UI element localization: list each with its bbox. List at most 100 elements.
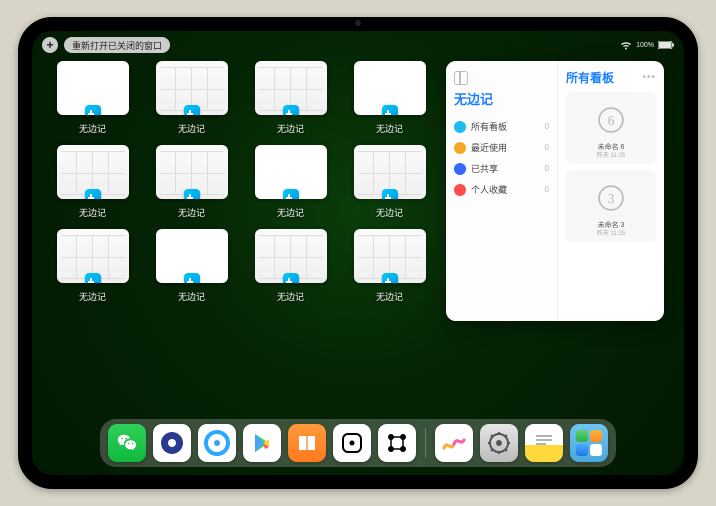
window-label: 无边记 [178,206,205,219]
screen: + 重新打开已关闭的窗口 100% 无边记 无边记 无边记 无边记 [32,31,684,475]
freeform-app-badge-icon [184,189,200,199]
open-windows-grid: 无边记 无边记 无边记 无边记 无边记 无边记 无边记 无边记 [52,61,430,415]
window-preview [354,229,426,283]
window-preview [354,145,426,199]
sidebar-item[interactable]: 已共享 0 [454,158,549,179]
window-thumbnail[interactable]: 无边记 [52,229,133,303]
window-thumbnail[interactable]: 无边记 [151,229,232,303]
svg-text:3: 3 [608,191,615,206]
wechat-icon[interactable] [108,424,146,462]
freeform-app-badge-icon [184,273,200,283]
window-preview [156,145,228,199]
dock-separator [425,428,426,458]
board-caption: 未命名 3昨天 11:25 [597,222,625,238]
freeform-app-badge-icon [382,273,398,283]
ipad-device-frame: + 重新打开已关闭的窗口 100% 无边记 无边记 无边记 无边记 [18,17,698,489]
window-thumbnail[interactable]: 无边记 [349,145,430,219]
board-caption: 未命名 6昨天 11:25 [597,144,625,160]
freeform-app-badge-icon [283,105,299,115]
browser-icon-1[interactable] [153,424,191,462]
sidebar-item-count: 0 [545,164,549,173]
dock [100,419,616,467]
window-thumbnail[interactable]: 无边记 [52,61,133,135]
battery-icon [658,41,674,49]
window-label: 无边记 [277,122,304,135]
sidebar-toggle-icon[interactable] [454,71,468,85]
window-preview [156,61,228,115]
window-label: 无边记 [79,206,106,219]
window-label: 无边记 [277,290,304,303]
sidebar-title: 无边记 [454,89,549,108]
sidebar-item-icon [454,163,466,175]
svg-text:6: 6 [608,113,615,128]
window-preview [354,61,426,115]
freeform-app-popover[interactable]: 无边记 所有看板 0 最近使用 0 已共享 0 个人收藏 0 所有看板 ••• … [446,61,664,321]
more-options-icon[interactable]: ••• [642,72,656,83]
window-label: 无边记 [79,122,106,135]
sidebar-item-label: 已共享 [471,162,545,175]
window-preview [156,229,228,283]
window-preview [57,145,129,199]
sidebar-item[interactable]: 个人收藏 0 [454,179,549,200]
window-preview [255,229,327,283]
status-icons: 100% [620,41,674,50]
window-thumbnail[interactable]: 无边记 [349,229,430,303]
reopen-closed-window-button[interactable]: 重新打开已关闭的窗口 [64,37,170,53]
browser-icon-2[interactable] [198,424,236,462]
board-tile[interactable]: 3 未命名 3昨天 11:25 [566,170,656,242]
popover-main: 所有看板 ••• 6 未命名 6昨天 11:25 3 未命名 3昨天 11:25 [558,61,664,321]
window-thumbnail[interactable]: 无边记 [349,61,430,135]
freeform-icon[interactable] [435,424,473,462]
battery-percent: 100% [636,42,654,49]
freeform-app-badge-icon [382,189,398,199]
window-label: 无边记 [277,206,304,219]
board-sketch: 3 [570,174,652,222]
sidebar-item-count: 0 [545,143,549,152]
add-window-button[interactable]: + [42,37,58,53]
window-label: 无边记 [376,206,403,219]
window-label: 无边记 [79,290,106,303]
freeform-app-badge-icon [85,105,101,115]
window-thumbnail[interactable]: 无边记 [151,145,232,219]
window-preview [255,145,327,199]
window-preview [57,61,129,115]
board-tile[interactable]: 6 未命名 6昨天 11:25 [566,92,656,164]
sidebar-item-icon [454,142,466,154]
status-bar: + 重新打开已关闭的窗口 100% [32,37,684,53]
window-label: 无边记 [178,122,205,135]
notes-icon[interactable] [525,424,563,462]
window-preview [57,229,129,283]
app-folder-icon[interactable] [570,424,608,462]
sidebar-item-count: 0 [545,185,549,194]
window-preview [255,61,327,115]
connect-icon[interactable] [378,424,416,462]
window-thumbnail[interactable]: 无边记 [250,61,331,135]
window-thumbnail[interactable]: 无边记 [151,61,232,135]
freeform-app-badge-icon [85,273,101,283]
dice-icon[interactable] [333,424,371,462]
sidebar-item-label: 个人收藏 [471,183,545,196]
sidebar-item-icon [454,184,466,196]
sidebar-item-count: 0 [545,122,549,131]
window-label: 无边记 [376,290,403,303]
wifi-icon [620,41,632,50]
sidebar-item-label: 所有看板 [471,120,545,133]
popover-sidebar: 无边记 所有看板 0 最近使用 0 已共享 0 个人收藏 0 [446,61,558,321]
freeform-app-badge-icon [184,105,200,115]
window-thumbnail[interactable]: 无边记 [250,229,331,303]
sidebar-item[interactable]: 最近使用 0 [454,137,549,158]
window-label: 无边记 [178,290,205,303]
freeform-app-badge-icon [283,189,299,199]
main-title: 所有看板 [566,69,614,86]
sidebar-item-icon [454,121,466,133]
play-store-icon[interactable] [243,424,281,462]
window-thumbnail[interactable]: 无边记 [250,145,331,219]
front-camera [355,20,361,26]
window-thumbnail[interactable]: 无边记 [52,145,133,219]
freeform-app-badge-icon [283,273,299,283]
books-icon[interactable] [288,424,326,462]
sidebar-item-label: 最近使用 [471,141,545,154]
board-sketch: 6 [570,96,652,144]
sidebar-item[interactable]: 所有看板 0 [454,116,549,137]
settings-icon[interactable] [480,424,518,462]
